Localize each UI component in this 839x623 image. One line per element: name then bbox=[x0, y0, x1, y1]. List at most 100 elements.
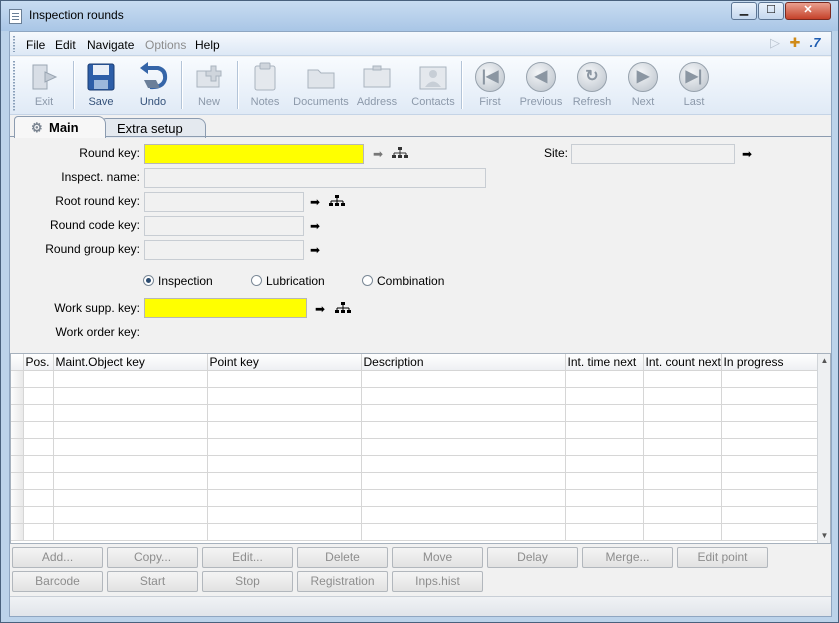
radio-combination[interactable]: Combination bbox=[362, 274, 444, 288]
last-button[interactable]: ▶| Last bbox=[668, 59, 720, 111]
table-cell[interactable] bbox=[23, 404, 54, 422]
table-cell[interactable] bbox=[23, 455, 54, 473]
table-cell[interactable] bbox=[721, 404, 818, 422]
table-cell[interactable] bbox=[53, 506, 208, 524]
vertical-scrollbar[interactable]: ▲ ▼ bbox=[817, 354, 830, 543]
column-header[interactable]: Int. count next bbox=[643, 354, 722, 371]
table-row[interactable] bbox=[11, 455, 818, 473]
table-row[interactable] bbox=[11, 387, 818, 405]
table-cell[interactable] bbox=[565, 523, 644, 541]
round-code-key-input[interactable] bbox=[144, 216, 304, 236]
table-row[interactable] bbox=[11, 523, 818, 541]
table-cell[interactable] bbox=[361, 523, 566, 541]
menu-navigate[interactable]: Navigate bbox=[87, 38, 134, 52]
table-cell[interactable] bbox=[53, 421, 208, 439]
inps-hist-button[interactable]: Inps.hist bbox=[392, 571, 483, 592]
notes-button[interactable]: Notes bbox=[239, 59, 291, 111]
minimize-button[interactable]: ▁ bbox=[731, 2, 757, 20]
row-selector[interactable] bbox=[11, 506, 24, 524]
table-cell[interactable] bbox=[207, 370, 362, 388]
table-cell[interactable] bbox=[643, 523, 722, 541]
table-cell[interactable] bbox=[207, 455, 362, 473]
radio-inspection-dot[interactable] bbox=[143, 275, 154, 286]
table-cell[interactable] bbox=[23, 421, 54, 439]
table-row[interactable] bbox=[11, 506, 818, 524]
row-selector[interactable] bbox=[11, 387, 24, 405]
table-row[interactable] bbox=[11, 404, 818, 422]
row-selector[interactable] bbox=[11, 489, 24, 507]
table-cell[interactable] bbox=[207, 472, 362, 490]
table-cell[interactable] bbox=[23, 370, 54, 388]
table-row[interactable] bbox=[11, 421, 818, 439]
table-cell[interactable] bbox=[565, 438, 644, 456]
table-cell[interactable] bbox=[23, 387, 54, 405]
site-input[interactable] bbox=[571, 144, 735, 164]
table-cell[interactable] bbox=[53, 523, 208, 541]
table-cell[interactable] bbox=[53, 370, 208, 388]
table-cell[interactable] bbox=[207, 506, 362, 524]
stop-button[interactable]: Stop bbox=[202, 571, 293, 592]
table-cell[interactable] bbox=[721, 438, 818, 456]
points-grid[interactable]: Pos. Maint.Object key Point key Descript… bbox=[10, 353, 831, 544]
table-cell[interactable] bbox=[565, 472, 644, 490]
menu-help[interactable]: Help bbox=[195, 38, 220, 52]
table-cell[interactable] bbox=[721, 472, 818, 490]
table-row[interactable] bbox=[11, 489, 818, 507]
row-selector[interactable] bbox=[11, 523, 24, 541]
row-selector[interactable] bbox=[11, 404, 24, 422]
close-button[interactable]: ✕ bbox=[785, 2, 831, 20]
table-cell[interactable] bbox=[565, 455, 644, 473]
table-cell[interactable] bbox=[23, 523, 54, 541]
table-cell[interactable] bbox=[361, 438, 566, 456]
table-cell[interactable] bbox=[565, 370, 644, 388]
table-cell[interactable] bbox=[207, 404, 362, 422]
column-header[interactable]: In progress bbox=[721, 354, 818, 371]
table-cell[interactable] bbox=[721, 421, 818, 439]
table-cell[interactable] bbox=[23, 506, 54, 524]
table-cell[interactable] bbox=[207, 387, 362, 405]
start-button[interactable]: Start bbox=[107, 571, 198, 592]
edit-point-button[interactable]: Edit point bbox=[677, 547, 768, 568]
table-cell[interactable] bbox=[721, 523, 818, 541]
column-header[interactable]: Pos. bbox=[23, 354, 54, 371]
row-selector[interactable] bbox=[11, 472, 24, 490]
round-key-tree-icon[interactable] bbox=[392, 147, 408, 159]
table-cell[interactable] bbox=[721, 387, 818, 405]
table-cell[interactable] bbox=[23, 438, 54, 456]
site-lookup-icon[interactable]: ➡ bbox=[742, 148, 754, 160]
column-header[interactable]: Int. time next bbox=[565, 354, 644, 371]
row-selector[interactable] bbox=[11, 370, 24, 388]
round-key-input[interactable] bbox=[144, 144, 364, 164]
new-button[interactable]: New bbox=[183, 59, 235, 111]
radio-lubrication[interactable]: Lubrication bbox=[251, 274, 325, 288]
round-code-key-lookup-icon[interactable]: ➡ bbox=[310, 220, 322, 232]
table-cell[interactable] bbox=[361, 421, 566, 439]
undo-button[interactable]: Undo bbox=[127, 59, 179, 111]
round-group-key-lookup-icon[interactable]: ➡ bbox=[310, 244, 322, 256]
table-cell[interactable] bbox=[721, 489, 818, 507]
table-cell[interactable] bbox=[643, 455, 722, 473]
table-cell[interactable] bbox=[23, 489, 54, 507]
table-cell[interactable] bbox=[361, 404, 566, 422]
table-cell[interactable] bbox=[643, 506, 722, 524]
table-cell[interactable] bbox=[53, 387, 208, 405]
row-selector[interactable] bbox=[11, 438, 24, 456]
table-cell[interactable] bbox=[361, 370, 566, 388]
delete-button[interactable]: Delete bbox=[297, 547, 388, 568]
table-row[interactable] bbox=[11, 472, 818, 490]
work-supp-key-input[interactable] bbox=[144, 298, 307, 318]
root-round-key-tree-icon[interactable] bbox=[329, 195, 345, 207]
table-cell[interactable] bbox=[53, 404, 208, 422]
table-row[interactable] bbox=[11, 370, 818, 388]
table-cell[interactable] bbox=[361, 506, 566, 524]
table-cell[interactable] bbox=[361, 489, 566, 507]
scroll-up-icon[interactable]: ▲ bbox=[818, 354, 830, 368]
radio-combination-dot[interactable] bbox=[362, 275, 373, 286]
table-cell[interactable] bbox=[565, 421, 644, 439]
round-key-lookup-icon[interactable]: ➡ bbox=[373, 148, 385, 160]
row-selector[interactable] bbox=[11, 421, 24, 439]
column-header[interactable]: Maint.Object key bbox=[53, 354, 208, 371]
column-header[interactable]: Description bbox=[361, 354, 566, 371]
table-cell[interactable] bbox=[361, 472, 566, 490]
menu-edit[interactable]: Edit bbox=[55, 38, 76, 52]
